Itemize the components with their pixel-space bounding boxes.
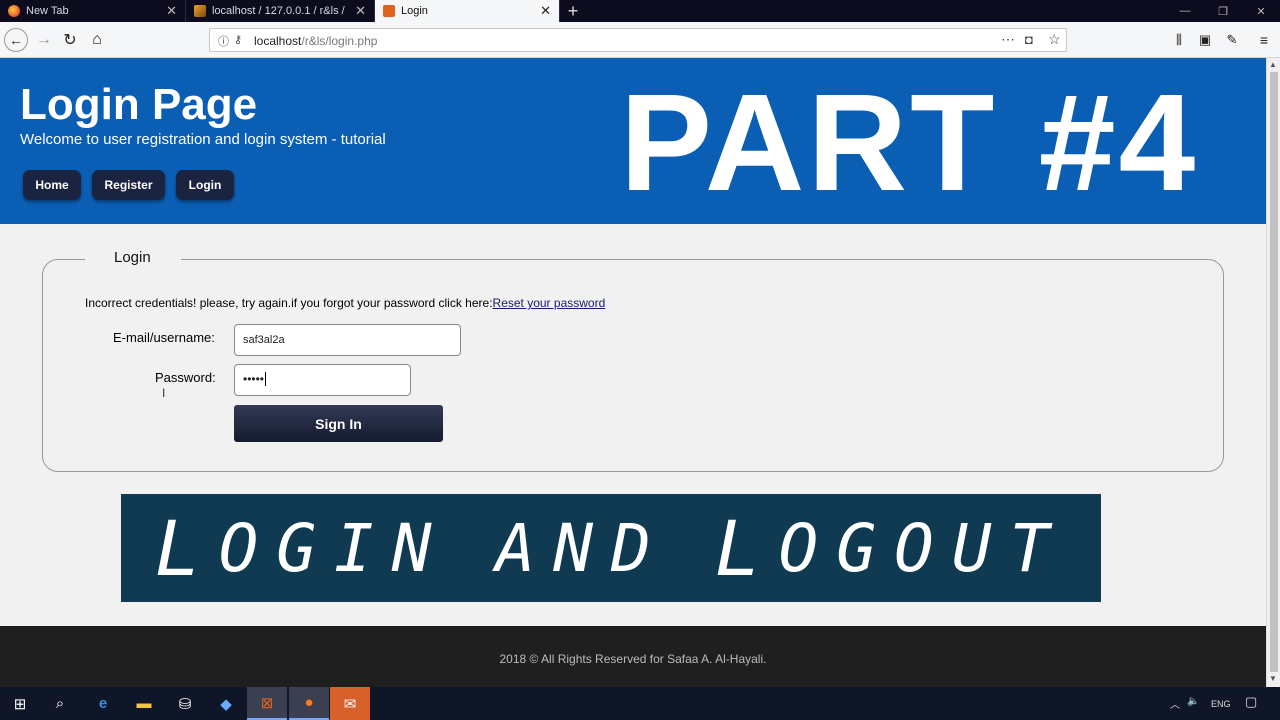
browser-nav-bar: ← → ↻ ⌂ ⓘ ⚷ localhost/r&ls/login.php ⋯ ◘… xyxy=(0,22,1280,58)
tab-login[interactable]: Login ✕ xyxy=(375,0,560,22)
footer-text: 2018 © All Rights Reserved for Safaa A. … xyxy=(499,652,767,666)
sidebar-icon: ▣ xyxy=(1198,32,1212,47)
url-path: /r&ls/login.php xyxy=(301,34,378,48)
xampp-icon: ⊠ xyxy=(260,694,274,712)
page-scrollbar[interactable]: ▲ ▼ xyxy=(1266,58,1280,687)
volume-icon[interactable]: 🔈 xyxy=(1187,696,1199,707)
url-host: localhost xyxy=(254,34,302,48)
error-text: Incorrect credentials! please, try again… xyxy=(85,296,493,310)
home-button[interactable]: ⌂ xyxy=(85,28,109,52)
page-title: Login Page xyxy=(20,80,258,129)
tab-phpmyadmin[interactable]: localhost / 127.0.0.1 / r&ls / us ✕ xyxy=(186,0,375,22)
key-icon: ⚷ xyxy=(234,34,243,46)
eyedropper-icon: ✎ xyxy=(1226,32,1238,47)
new-tab-button[interactable]: + xyxy=(560,0,586,22)
cube-icon: ◆ xyxy=(220,695,232,713)
banner-word: OGOUT xyxy=(778,509,1068,587)
url-bar[interactable]: ⓘ ⚷ localhost/r&ls/login.php ⋯ ◘ ☆ xyxy=(209,28,1067,52)
phpmyadmin-icon xyxy=(194,5,206,17)
arrow-right-icon: → xyxy=(36,31,52,48)
sign-in-button[interactable]: Sign In xyxy=(234,405,443,442)
arrow-left-icon: ← xyxy=(9,32,23,48)
mail-icon: ✉ xyxy=(343,695,357,713)
i-beam-cursor-icon: I xyxy=(162,386,166,400)
banner-word: AND xyxy=(495,509,669,587)
scroll-up-icon[interactable]: ▲ xyxy=(1269,60,1277,69)
browser-tab-strip: New Tab ✕ localhost / 127.0.0.1 / r&ls /… xyxy=(0,0,1280,22)
library-icon: ⫼ xyxy=(1176,32,1182,47)
minimize-button[interactable]: — xyxy=(1166,0,1204,22)
search-button[interactable]: ⌕ xyxy=(40,687,80,720)
scrollbar-thumb[interactable] xyxy=(1270,72,1278,672)
site-header: Login Page Welcome to user registration … xyxy=(0,58,1266,224)
email-field[interactable]: saf3al2a xyxy=(234,324,461,356)
eyedropper-button[interactable]: ✎ xyxy=(1220,28,1244,52)
site-footer: 2018 © All Rights Reserved for Safaa A. … xyxy=(0,626,1266,687)
home-icon: ⌂ xyxy=(92,31,102,48)
back-button[interactable]: ← xyxy=(4,28,28,52)
close-icon[interactable]: ✕ xyxy=(540,3,551,19)
banner-letter: L xyxy=(154,503,219,593)
password-mask: ••••• xyxy=(243,372,265,386)
password-label: Password: xyxy=(155,370,216,385)
language-indicator[interactable]: ENG xyxy=(1211,699,1231,709)
sidebar-button[interactable]: ▣ xyxy=(1193,28,1217,52)
file-explorer-button[interactable]: ▬ xyxy=(124,687,164,720)
tab-label: Login xyxy=(401,5,428,17)
folder-icon: ▬ xyxy=(136,695,152,712)
firefox-icon xyxy=(8,5,20,17)
page-subtitle: Welcome to user registration and login s… xyxy=(20,131,386,148)
login-legend: Login xyxy=(85,249,181,266)
error-message: Incorrect credentials! please, try again… xyxy=(85,296,605,310)
nav-home-button[interactable]: Home xyxy=(23,170,81,200)
mail-taskbar-button[interactable]: ✉ xyxy=(330,687,370,720)
xampp-taskbar-button[interactable]: ⊠ xyxy=(247,687,287,720)
star-icon[interactable]: ☆ xyxy=(1048,31,1061,48)
notification-icon[interactable]: ▢ xyxy=(1245,694,1257,710)
login-logout-banner: L OGIN AND L OGOUT xyxy=(121,494,1101,602)
library-button[interactable]: ⫼ xyxy=(1167,28,1191,52)
windows-start-button[interactable]: ⊞ xyxy=(0,687,40,720)
search-icon: ⌕ xyxy=(55,695,65,712)
store-button[interactable]: ⛁ xyxy=(165,687,205,720)
login-fieldset xyxy=(42,259,1224,472)
forward-button[interactable]: → xyxy=(32,28,56,52)
windows-logo-icon: ⊞ xyxy=(13,695,27,713)
close-icon[interactable]: ✕ xyxy=(166,3,177,19)
edge-button[interactable]: e xyxy=(83,687,123,720)
restore-button[interactable]: ❐ xyxy=(1204,0,1242,22)
nav-login-button[interactable]: Login xyxy=(176,170,234,200)
email-label: E-mail/username: xyxy=(113,330,215,345)
edge-icon: e xyxy=(98,695,108,712)
tab-label: New Tab xyxy=(26,5,69,17)
app-cube-button[interactable]: ◆ xyxy=(206,687,246,720)
reload-button[interactable]: ↻ xyxy=(58,28,82,52)
firefox-icon: ● xyxy=(304,694,314,711)
banner-letter: L xyxy=(714,503,779,593)
part-overlay-text: PART #4 xyxy=(620,66,1199,220)
banner-word: OGIN xyxy=(218,509,450,587)
pocket-icon[interactable]: ◘ xyxy=(1025,32,1033,47)
firefox-taskbar-button[interactable]: ● xyxy=(289,687,329,720)
tab-new-tab[interactable]: New Tab ✕ xyxy=(0,0,186,22)
store-icon: ⛁ xyxy=(178,695,192,713)
reset-password-link[interactable]: Reset your password xyxy=(493,296,606,310)
windows-taskbar: ⊞ ⌕ e ▬ ⛁ ◆ ⊠ ● ✉ ︿ 🔈 ENG ▢ xyxy=(0,687,1280,720)
reload-icon: ↻ xyxy=(63,32,77,49)
text-caret xyxy=(265,372,267,386)
hamburger-icon: ≡ xyxy=(1259,32,1269,48)
tray-chevron-icon[interactable]: ︿ xyxy=(1170,696,1180,711)
password-field[interactable]: ••••• xyxy=(234,364,411,396)
xampp-icon xyxy=(383,5,395,17)
nav-register-button[interactable]: Register xyxy=(92,170,165,200)
tab-label: localhost / 127.0.0.1 / r&ls / us xyxy=(212,5,347,17)
url-text: localhost/r&ls/login.php xyxy=(254,34,377,48)
scroll-down-icon[interactable]: ▼ xyxy=(1269,674,1277,683)
menu-button[interactable]: ≡ xyxy=(1252,28,1276,52)
more-icon[interactable]: ⋯ xyxy=(1001,31,1015,48)
close-icon[interactable]: ✕ xyxy=(355,3,366,19)
window-close-button[interactable]: ✕ xyxy=(1242,0,1280,22)
info-icon[interactable]: ⓘ xyxy=(218,33,229,49)
